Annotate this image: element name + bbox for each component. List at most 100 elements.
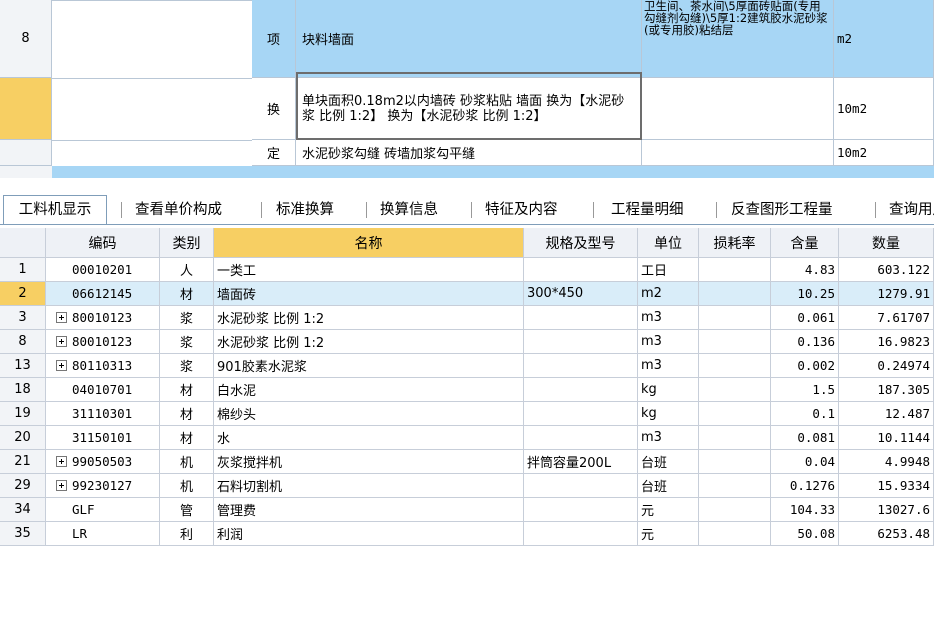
header-spec[interactable]: 规格及型号 xyxy=(524,228,638,258)
table-row[interactable]: 35 LR 利利润 元 50.08 6253.48 xyxy=(0,522,934,546)
table-row[interactable]: 34 GLF 管管理费 元 104.33 13027.6 xyxy=(0,498,934,522)
loss-rate[interactable] xyxy=(699,354,771,378)
tab-graphic-quantity[interactable]: 反查图形工程量 xyxy=(731,196,833,224)
quantity-value[interactable]: 13027.6 xyxy=(839,498,934,522)
resource-type[interactable]: 利 xyxy=(160,522,214,546)
resource-type[interactable]: 材 xyxy=(160,426,214,450)
resource-name[interactable]: 墙面砖 xyxy=(214,282,524,306)
resource-name[interactable]: 棉纱头 xyxy=(214,402,524,426)
resource-code[interactable]: 99230127 xyxy=(46,474,160,498)
resource-type[interactable]: 机 xyxy=(160,474,214,498)
resource-type[interactable]: 浆 xyxy=(160,330,214,354)
resource-spec[interactable] xyxy=(524,258,638,282)
content-value[interactable]: 0.136 xyxy=(771,330,839,354)
quantity-value[interactable]: 10.1144 xyxy=(839,426,934,450)
resource-spec[interactable] xyxy=(524,522,638,546)
loss-rate[interactable] xyxy=(699,378,771,402)
tab-unit-price[interactable]: 查看单价构成 xyxy=(135,196,222,224)
table-row[interactable]: 18 04010701 材白水泥 kg 1.5 187.305 xyxy=(0,378,934,402)
resource-unit[interactable]: 元 xyxy=(638,498,699,522)
resource-name[interactable]: 白水泥 xyxy=(214,378,524,402)
name-cell[interactable]: 水泥砂浆勾缝 砖墙加浆勾平缝 xyxy=(296,140,642,166)
table-row[interactable]: 3 80010123 浆水泥砂浆 比例 1:2 m3 0.061 7.61707 xyxy=(0,306,934,330)
content-value[interactable]: 4.83 xyxy=(771,258,839,282)
loss-rate[interactable] xyxy=(699,474,771,498)
content-value[interactable]: 10.25 xyxy=(771,282,839,306)
header-code[interactable]: 编码 xyxy=(46,228,160,258)
resource-code[interactable]: 80010123 xyxy=(46,306,160,330)
resource-code[interactable]: 31150101 xyxy=(46,426,160,450)
content-value[interactable]: 50.08 xyxy=(771,522,839,546)
resource-name[interactable]: 901胶素水泥浆 xyxy=(214,354,524,378)
tab-standard-conversion[interactable]: 标准换算 xyxy=(276,196,334,224)
resource-code[interactable]: GLF xyxy=(46,498,160,522)
resource-code[interactable]: 04010701 xyxy=(46,378,160,402)
header-quantity[interactable]: 数量 xyxy=(839,228,934,258)
loss-rate[interactable] xyxy=(699,426,771,450)
resource-spec[interactable] xyxy=(524,306,638,330)
table-row[interactable]: 20 31150101 材水 m3 0.081 10.1144 xyxy=(0,426,934,450)
resource-unit[interactable]: m3 xyxy=(638,330,699,354)
table-row[interactable]: 8 80010123 浆水泥砂浆 比例 1:2 m3 0.136 16.9823 xyxy=(0,330,934,354)
resource-name[interactable]: 水泥砂浆 比例 1:2 xyxy=(214,330,524,354)
resource-type[interactable]: 管 xyxy=(160,498,214,522)
resource-unit[interactable]: 台班 xyxy=(638,474,699,498)
feature-cell[interactable] xyxy=(642,78,834,140)
quantity-value[interactable]: 1279.91 xyxy=(839,282,934,306)
quantity-value[interactable]: 7.61707 xyxy=(839,306,934,330)
content-value[interactable]: 1.5 xyxy=(771,378,839,402)
feature-cell[interactable] xyxy=(642,140,834,166)
resource-unit[interactable]: m3 xyxy=(638,354,699,378)
code-cell[interactable]: 14-58 xyxy=(52,140,252,141)
resource-name[interactable]: 石料切割机 xyxy=(214,474,524,498)
loss-rate[interactable] xyxy=(699,498,771,522)
name-cell[interactable]: 块料墙面 xyxy=(296,0,642,78)
content-value[interactable]: 104.33 xyxy=(771,498,839,522)
resource-spec[interactable]: 拌筒容量200L xyxy=(524,450,638,474)
quantity-value[interactable]: 187.305 xyxy=(839,378,934,402)
header-content[interactable]: 含量 xyxy=(771,228,839,258)
resource-unit[interactable]: 台班 xyxy=(638,450,699,474)
expand-icon[interactable] xyxy=(56,336,67,347)
content-value[interactable]: 0.002 xyxy=(771,354,839,378)
resource-name[interactable]: 灰浆搅拌机 xyxy=(214,450,524,474)
table-row[interactable]: 2 06612145 材墙面砖 300*450 m2 10.25 1279.91 xyxy=(0,282,934,306)
bill-row-partial[interactable] xyxy=(0,166,934,178)
header-name[interactable]: 名称 xyxy=(214,228,524,258)
content-value[interactable]: 0.061 xyxy=(771,306,839,330)
table-row[interactable]: 1 00010201 人一类工 工日 4.83 603.122 xyxy=(0,258,934,282)
resource-code[interactable]: LR xyxy=(46,522,160,546)
name-cell[interactable]: 单块面积0.18m2以内墙砖 砂浆粘贴 墙面 换为【水泥砂浆 比例 1:2】 换… xyxy=(296,78,642,140)
resource-spec[interactable] xyxy=(524,378,638,402)
loss-rate[interactable] xyxy=(699,402,771,426)
quantity-value[interactable]: 12.487 xyxy=(839,402,934,426)
quantity-value[interactable]: 16.9823 xyxy=(839,330,934,354)
resource-unit[interactable]: 工日 xyxy=(638,258,699,282)
loss-rate[interactable] xyxy=(699,258,771,282)
quota-row[interactable]: 14-82 换 单块面积0.18m2以内墙砖 砂浆粘贴 墙面 换为【水泥砂浆 比… xyxy=(0,78,934,140)
resource-unit[interactable]: kg xyxy=(638,402,699,426)
tab-conversion-info[interactable]: 换算信息 xyxy=(380,196,438,224)
content-value[interactable]: 0.081 xyxy=(771,426,839,450)
resource-code[interactable]: 80010123 xyxy=(46,330,160,354)
resource-type[interactable]: 机 xyxy=(160,450,214,474)
resource-unit[interactable]: m3 xyxy=(638,426,699,450)
resource-unit[interactable]: m3 xyxy=(638,306,699,330)
tab-labor-material-machine[interactable]: 工料机显示 xyxy=(3,195,107,225)
quantity-value[interactable]: 6253.48 xyxy=(839,522,934,546)
resource-type[interactable]: 浆 xyxy=(160,354,214,378)
resource-spec[interactable] xyxy=(524,354,638,378)
resource-type[interactable]: 材 xyxy=(160,282,214,306)
bill-row[interactable]: 8 011204003001 项 块料墙面 卫生间、茶水间\5厚面砖贴面(专用勾… xyxy=(0,0,934,78)
resource-spec[interactable] xyxy=(524,330,638,354)
header-loss-rate[interactable]: 损耗率 xyxy=(699,228,771,258)
resource-name[interactable]: 管理费 xyxy=(214,498,524,522)
tab-quantity-detail[interactable]: 工程量明细 xyxy=(611,196,684,224)
resource-code[interactable]: 31110301 xyxy=(46,402,160,426)
loss-rate[interactable] xyxy=(699,330,771,354)
loss-rate[interactable] xyxy=(699,306,771,330)
table-row[interactable]: 29 99230127 机石料切割机 台班 0.1276 15.9334 xyxy=(0,474,934,498)
resource-name[interactable]: 水泥砂浆 比例 1:2 xyxy=(214,306,524,330)
resource-code[interactable]: 80110313 xyxy=(46,354,160,378)
quantity-value[interactable]: 603.122 xyxy=(839,258,934,282)
